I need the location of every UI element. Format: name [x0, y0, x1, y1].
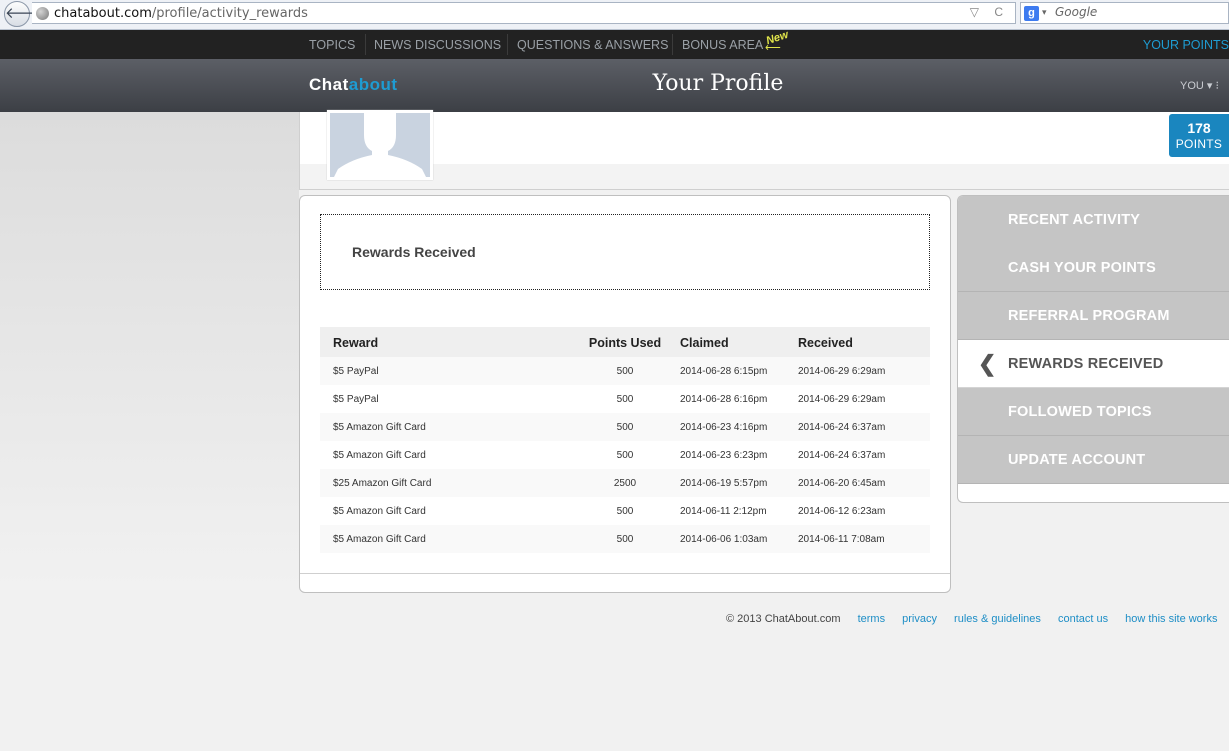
search-input[interactable]: [1055, 5, 1225, 19]
profile-sidebar: RECENT ACTIVITY CASH YOUR POINTS REFERRA…: [957, 195, 1229, 503]
nav-bonus-area[interactable]: BONUS AREA: [682, 30, 763, 59]
claimed-cell: 2014-06-23 6:23pm: [680, 441, 798, 469]
chevron-left-icon: ❮: [978, 351, 997, 376]
reward-cell: $5 Amazon Gift Card: [320, 441, 570, 469]
points-cell: 500: [570, 441, 680, 469]
footer-link-terms[interactable]: terms: [858, 613, 886, 625]
back-arrow-icon[interactable]: 🡐: [4, 1, 45, 27]
claimed-cell: 2014-06-06 1:03am: [680, 525, 798, 553]
footer-link-privacy[interactable]: privacy: [902, 613, 937, 625]
profile-strip: [299, 110, 1229, 190]
footer-link-rules[interactable]: rules & guidelines: [954, 613, 1041, 625]
table-row: $5 Amazon Gift Card 500 2014-06-06 1:03a…: [320, 525, 930, 553]
points-cell: 500: [570, 497, 680, 525]
sidebar-item-followed-topics[interactable]: FOLLOWED TOPICS: [958, 388, 1229, 436]
received-cell: 2014-06-24 6:37am: [798, 413, 930, 441]
sidebar-item-cash-your-points[interactable]: CASH YOUR POINTS: [958, 244, 1229, 292]
nav-divider: [365, 34, 366, 55]
sidebar-item-label: FOLLOWED TOPICS: [1008, 404, 1152, 420]
section-header-box: Rewards Received: [320, 214, 930, 290]
table-row: $25 Amazon Gift Card 2500 2014-06-19 5:5…: [320, 469, 930, 497]
footer-link-contact[interactable]: contact us: [1058, 613, 1108, 625]
reward-cell: $25 Amazon Gift Card: [320, 469, 570, 497]
nav-questions-answers[interactable]: QUESTIONS & ANSWERS: [517, 30, 668, 59]
panel-divider: [300, 573, 950, 574]
avatar-silhouette-icon: [330, 113, 430, 177]
column-header-received: Received: [798, 327, 930, 357]
google-icon[interactable]: g: [1024, 6, 1039, 21]
chevron-down-icon[interactable]: ▾: [1042, 7, 1047, 18]
reward-cell: $5 PayPal: [320, 385, 570, 413]
address-bar[interactable]: chatabout.com/profile/activity_rewards ▽…: [32, 2, 1016, 24]
sidebar-item-update-account[interactable]: UPDATE ACCOUNT: [958, 436, 1229, 484]
reload-icon[interactable]: ▽ C: [970, 5, 1009, 19]
points-cell: 500: [570, 385, 680, 413]
sidebar-item-rewards-received[interactable]: ❮ REWARDS RECEIVED: [958, 340, 1229, 388]
globe-icon: [36, 7, 49, 20]
site-header: Chatabout Your Profile YOU ▾ ⁝: [0, 59, 1229, 112]
nav-news-discussions[interactable]: NEWS DISCUSSIONS: [374, 30, 501, 59]
table-row: $5 Amazon Gift Card 500 2014-06-23 6:23p…: [320, 441, 930, 469]
nav-divider: [507, 34, 508, 55]
claimed-cell: 2014-06-19 5:57pm: [680, 469, 798, 497]
nav-topics[interactable]: TOPICS: [309, 30, 355, 59]
url-text[interactable]: chatabout.com/profile/activity_rewards: [54, 6, 308, 21]
column-header-reward: Reward: [320, 327, 570, 357]
copyright-text: © 2013 ChatAbout.com: [726, 613, 841, 625]
arrow-left-icon: ⟵: [765, 42, 781, 54]
site-footer: © 2013 ChatAbout.com terms privacy rules…: [726, 613, 1217, 625]
browser-search-box[interactable]: g ▾: [1020, 2, 1229, 24]
reward-cell: $5 Amazon Gift Card: [320, 497, 570, 525]
sidebar-item-label: REFERRAL PROGRAM: [1008, 308, 1170, 324]
reward-cell: $5 PayPal: [320, 357, 570, 385]
claimed-cell: 2014-06-23 4:16pm: [680, 413, 798, 441]
points-badge[interactable]: 178 POINTS: [1169, 114, 1229, 157]
you-menu[interactable]: YOU ▾ ⁝: [1180, 79, 1219, 92]
reward-cell: $5 Amazon Gift Card: [320, 525, 570, 553]
table-header-row: Reward Points Used Claimed Received: [320, 327, 930, 357]
footer-link-how-it-works[interactable]: how this site works: [1125, 613, 1217, 625]
table-row: $5 PayPal 500 2014-06-28 6:15pm 2014-06-…: [320, 357, 930, 385]
your-points-link[interactable]: YOUR POINTS: [1143, 30, 1229, 59]
points-cell: 500: [570, 525, 680, 553]
top-nav: TOPICS NEWS DISCUSSIONS QUESTIONS & ANSW…: [0, 30, 1229, 59]
points-label: POINTS: [1175, 137, 1223, 151]
column-header-points: Points Used: [570, 327, 680, 357]
reward-cell: $5 Amazon Gift Card: [320, 413, 570, 441]
points-count: 178: [1187, 120, 1211, 136]
column-header-claimed: Claimed: [680, 327, 798, 357]
points-cell: 2500: [570, 469, 680, 497]
nav-divider: [672, 34, 673, 55]
points-cell: 500: [570, 413, 680, 441]
sidebar-item-referral-program[interactable]: REFERRAL PROGRAM: [958, 292, 1229, 340]
section-title: Rewards Received: [352, 244, 476, 260]
page-title: Your Profile: [652, 71, 784, 96]
rewards-table: Reward Points Used Claimed Received $5 P…: [320, 327, 930, 554]
sidebar-item-recent-activity[interactable]: RECENT ACTIVITY: [958, 196, 1229, 244]
sidebar-item-label: CASH YOUR POINTS: [1008, 260, 1156, 276]
rewards-panel: Rewards Received Reward Points Used Clai…: [299, 195, 951, 593]
points-cell: 500: [570, 357, 680, 385]
table-row: $5 Amazon Gift Card 500 2014-06-11 2:12p…: [320, 497, 930, 525]
sidebar-item-label: REWARDS RECEIVED: [1008, 356, 1164, 372]
profile-strip-footer: [300, 164, 1229, 189]
page-background-band: [0, 112, 299, 587]
avatar[interactable]: [327, 110, 433, 180]
received-cell: 2014-06-11 7:08am: [798, 525, 930, 553]
received-cell: 2014-06-20 6:45am: [798, 469, 930, 497]
sidebar-item-label: UPDATE ACCOUNT: [1008, 452, 1146, 468]
sidebar-item-label: RECENT ACTIVITY: [1008, 212, 1141, 228]
received-cell: 2014-06-24 6:37am: [798, 441, 930, 469]
table-row: $5 PayPal 500 2014-06-28 6:16pm 2014-06-…: [320, 385, 930, 413]
received-cell: 2014-06-12 6:23am: [798, 497, 930, 525]
browser-toolbar: 🡐 chatabout.com/profile/activity_rewards…: [0, 0, 1229, 30]
received-cell: 2014-06-29 6:29am: [798, 357, 930, 385]
table-row: $5 Amazon Gift Card 500 2014-06-23 4:16p…: [320, 413, 930, 441]
claimed-cell: 2014-06-11 2:12pm: [680, 497, 798, 525]
claimed-cell: 2014-06-28 6:15pm: [680, 357, 798, 385]
claimed-cell: 2014-06-28 6:16pm: [680, 385, 798, 413]
received-cell: 2014-06-29 6:29am: [798, 385, 930, 413]
